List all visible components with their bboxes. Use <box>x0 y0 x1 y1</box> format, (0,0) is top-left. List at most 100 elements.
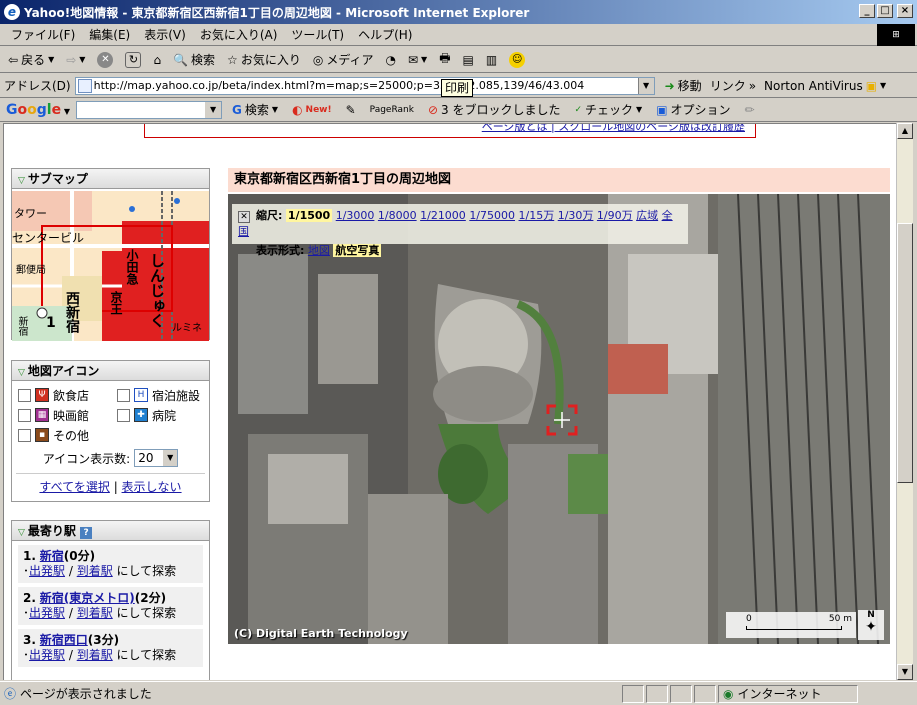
scale-link[interactable]: 1/15万 <box>519 209 555 222</box>
nearest-stations-header[interactable]: ▽ 最寄り駅 ? <box>12 521 209 541</box>
google-highlight-button[interactable]: ✎ <box>342 103 360 117</box>
depart-link[interactable]: 出発駅 <box>29 564 65 578</box>
google-dropdown-icon[interactable]: ▼ <box>205 101 222 118</box>
messenger-button[interactable]: ☺ <box>505 51 529 68</box>
pagerank-indicator[interactable]: PageRank <box>366 105 418 115</box>
mail-button[interactable]: ✉ ▼ <box>404 53 431 67</box>
search-icon: 🔍 <box>173 52 189 67</box>
page-scrollbar[interactable]: ▲ ▼ <box>896 123 913 680</box>
hospital-checkbox[interactable] <box>117 408 130 422</box>
aerial-map-view[interactable]: ✕ 縮尺: 1/1500 1/3000 1/8000 1/21000 1/7500… <box>228 194 890 644</box>
address-input[interactable]: http://map.yahoo.co.jp/beta/index.html?m… <box>74 76 655 95</box>
forward-button[interactable]: ⇨ ▼ <box>62 53 89 67</box>
spellcheck-button[interactable]: ✓ チェック ▼ <box>570 101 646 118</box>
options-button[interactable]: ▣ オプション <box>652 101 734 118</box>
stop-button[interactable]: ✕ <box>93 51 117 68</box>
icon-option-restaurant[interactable]: Ψ 飲食店 <box>12 385 111 405</box>
menu-tools[interactable]: ツール(T) <box>284 26 351 43</box>
icon-count-dropdown-icon[interactable]: ▼ <box>163 450 178 466</box>
print-tooltip: 印刷 <box>441 79 474 97</box>
scroll-up-icon[interactable]: ▲ <box>897 123 913 139</box>
restaurant-checkbox[interactable] <box>18 388 31 402</box>
back-button[interactable]: ⇦ 戻る ▼ <box>4 51 58 68</box>
scale-link[interactable]: 1/3000 <box>336 209 375 222</box>
icon-count-value: 20 <box>138 451 154 465</box>
minimize-button[interactable]: _ <box>859 4 875 18</box>
status-segment <box>670 684 693 703</box>
arrive-link[interactable]: 到着駅 <box>77 606 113 620</box>
station-item: 1. 新宿(0分) ･出発駅 / 到着駅 にして探索 <box>18 545 203 583</box>
submap-panel: ▽ サブマップ タワー センタービル 小田急 しんじゅく 京王 ルミネ 西新宿 … <box>11 168 210 341</box>
smiley-icon: ☺ <box>509 51 526 68</box>
edit-button[interactable]: ▤ <box>459 53 478 67</box>
cinema-checkbox[interactable] <box>18 408 31 422</box>
submap-image[interactable]: タワー センタービル 小田急 しんじゅく 京王 ルミネ 西新宿 1 新宿 郵便局 <box>12 191 209 341</box>
scale-link[interactable]: 1/21000 <box>420 209 466 222</box>
submap-label-lumine: ルミネ <box>172 323 202 334</box>
station-link[interactable]: 新宿西口 <box>40 633 88 647</box>
media-button[interactable]: ◎ メディア <box>309 51 378 68</box>
favorites-label: お気に入り <box>240 53 301 67</box>
map-heading: 東京都新宿区西新宿1丁目の周辺地図 <box>228 168 890 192</box>
icon-option-other[interactable]: ▪ その他 <box>12 425 111 445</box>
depart-link[interactable]: 出発駅 <box>29 648 65 662</box>
discuss-button[interactable]: ▥ <box>482 53 501 67</box>
links-button[interactable]: リンク» <box>706 77 760 94</box>
google-search-input[interactable]: ▼ <box>76 100 223 119</box>
scale-link[interactable]: 1/75000 <box>469 209 515 222</box>
icon-option-hospital[interactable]: ✚ 病院 <box>111 405 209 425</box>
close-button[interactable]: × <box>897 4 913 18</box>
help-icon[interactable]: ? <box>80 527 93 539</box>
history-button[interactable]: ◔ <box>381 53 399 67</box>
map-icons-header[interactable]: ▽ 地図アイコン <box>12 361 209 381</box>
address-dropdown-icon[interactable]: ▼ <box>637 77 654 94</box>
menu-edit[interactable]: 編集(E) <box>82 26 137 43</box>
display-map-link[interactable]: 地図 <box>308 244 330 257</box>
scale-link[interactable]: 広域 <box>636 209 658 222</box>
icon-option-cinema[interactable]: ▦ 映画館 <box>12 405 111 425</box>
pencil-button[interactable]: ✏ <box>741 103 759 117</box>
select-all-link[interactable]: すべてを選択 <box>39 480 109 494</box>
north-compass-icon: N ✦ <box>858 610 884 640</box>
history-icon: ◔ <box>385 52 396 67</box>
menu-favorites[interactable]: お気に入り(A) <box>193 26 285 43</box>
hotel-checkbox[interactable] <box>117 388 130 402</box>
submap-label-nishishinjuku: 西新宿 <box>64 291 80 333</box>
scale-link[interactable]: 1/90万 <box>597 209 633 222</box>
google-search-button[interactable]: G 検索 ▼ <box>228 101 282 118</box>
depart-link[interactable]: 出発駅 <box>29 606 65 620</box>
maximize-button[interactable]: □ <box>877 4 893 18</box>
top-links[interactable]: ページ版とは | スクロール地図のページ版は改訂履歴 <box>482 124 745 133</box>
close-scale-icon[interactable]: ✕ <box>238 211 250 223</box>
scroll-thumb[interactable] <box>897 223 913 483</box>
scroll-down-icon[interactable]: ▼ <box>897 664 913 680</box>
menu-help[interactable]: ヘルプ(H) <box>351 26 419 43</box>
submap-header[interactable]: ▽ サブマップ <box>12 169 209 189</box>
window-titlebar: e Yahoo!地図情報 - 東京都新宿区西新宿1丁目の周辺地図 - Micro… <box>0 0 917 24</box>
scale-link[interactable]: 1/30万 <box>558 209 594 222</box>
station-link[interactable]: 新宿 <box>40 549 64 563</box>
print-button[interactable]: 🖶 <box>435 49 454 70</box>
google-new-button[interactable]: ◐ New! <box>288 103 336 117</box>
station-link[interactable]: 新宿(東京メトロ) <box>40 591 135 605</box>
home-button[interactable]: ⌂ <box>149 53 165 67</box>
home-icon: ⌂ <box>153 52 162 67</box>
search-button[interactable]: 🔍 検索 <box>169 51 219 68</box>
google-toolbar: Google ▼ ▼ G 検索 ▼ ◐ New! ✎ PageRank ⊘ 3 をブロッ… <box>0 98 917 122</box>
favorites-button[interactable]: ☆ お気に入り <box>223 51 305 68</box>
icon-option-hotel[interactable]: H 宿泊施設 <box>111 385 209 405</box>
icon-count-select[interactable]: 20 ▼ <box>134 449 179 467</box>
antivirus-button[interactable]: Norton AntiVirus ▣ ▼ <box>760 79 890 93</box>
go-button[interactable]: ➜ 移動 <box>661 77 706 94</box>
arrive-link[interactable]: 到着駅 <box>77 648 113 662</box>
scale-link[interactable]: 1/8000 <box>378 209 417 222</box>
other-checkbox[interactable] <box>18 428 31 442</box>
hide-icons-link[interactable]: 表示しない <box>122 480 182 494</box>
menu-view[interactable]: 表示(V) <box>137 26 193 43</box>
popup-blocker[interactable]: ⊘ 3 をブロックしました <box>424 101 565 118</box>
arrive-link[interactable]: 到着駅 <box>77 564 113 578</box>
options-label: オプション <box>670 103 731 117</box>
menu-file[interactable]: ファイル(F) <box>4 26 82 43</box>
refresh-button[interactable]: ↻ <box>121 51 145 68</box>
google-logo[interactable]: Google ▼ <box>6 102 70 118</box>
